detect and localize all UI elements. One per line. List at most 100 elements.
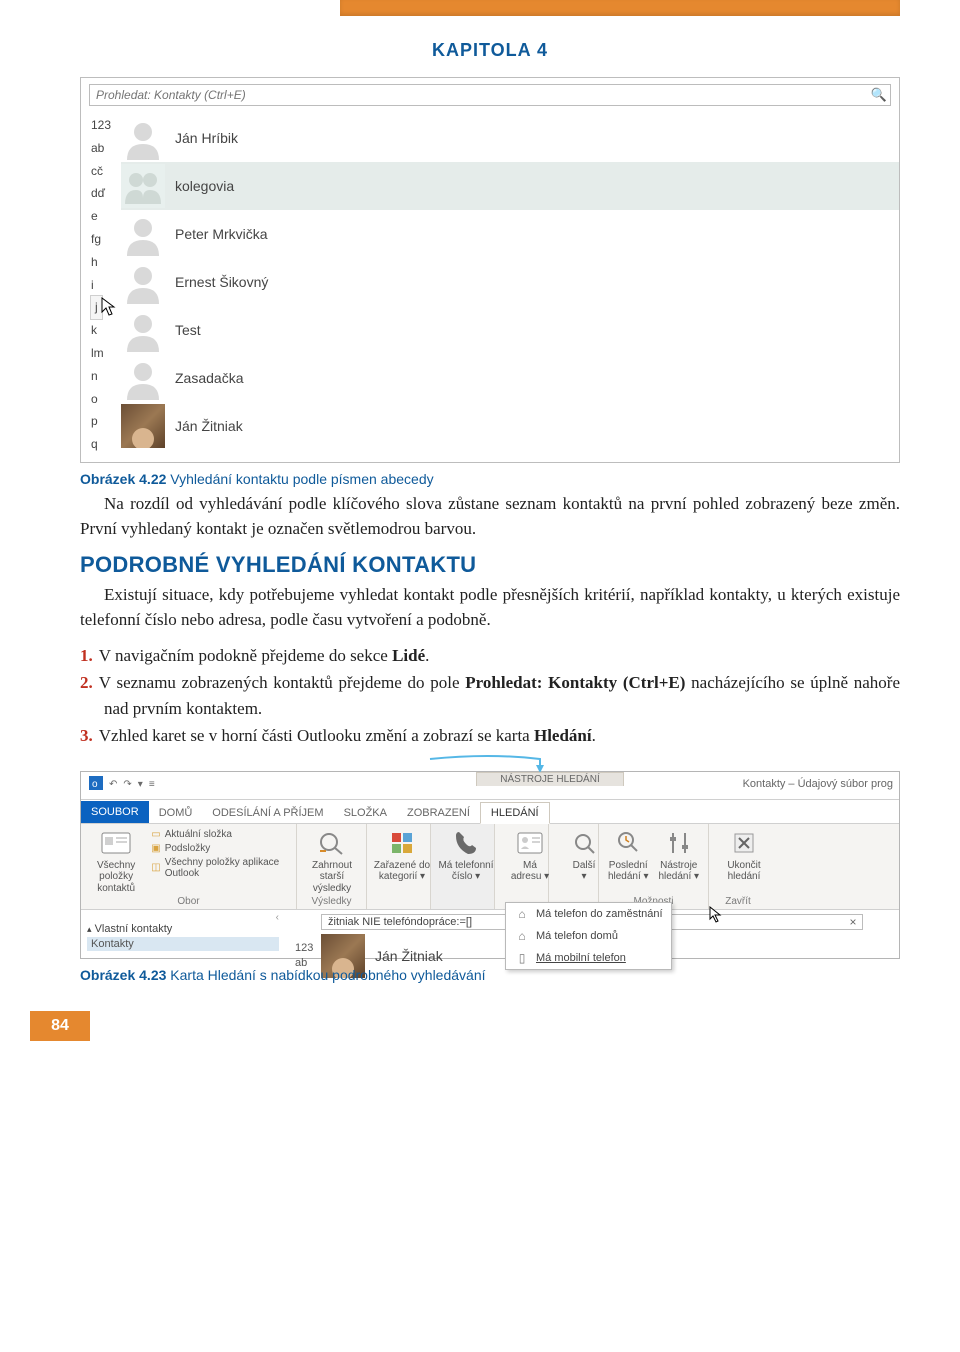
contact-item[interactable]: Peter Mrkvička <box>121 210 899 258</box>
tools-icon <box>664 828 694 858</box>
menu-item-icon: ⌂ <box>514 907 530 921</box>
ribbon-group-label: Obor <box>87 896 290 907</box>
ribbon-tab[interactable]: DOMŮ <box>149 803 203 823</box>
clear-search-icon[interactable]: × <box>844 915 862 929</box>
ribbon-tab[interactable]: SLOŽKA <box>334 803 397 823</box>
qat-button[interactable]: ≡ <box>149 779 155 790</box>
contact-item[interactable]: Ernest Šikovný <box>121 258 899 306</box>
page-number: 84 <box>30 1011 90 1041</box>
numbered-list: 1.V navigačním podokně přejdeme do sekce… <box>80 643 900 749</box>
letter-index-item[interactable]: dď <box>91 182 121 205</box>
letter-index-item[interactable]: q <box>91 433 121 456</box>
recent-searches-button[interactable]: Posledníhledání ▾ <box>605 828 652 883</box>
contact-item[interactable]: kolegovia <box>121 162 899 210</box>
search-tools-button[interactable]: Nástrojehledání ▾ <box>656 828 703 883</box>
cursor-icon <box>709 906 723 927</box>
include-older-results-button[interactable]: Zahrnout starší výsledky <box>303 828 361 895</box>
letter-index-item[interactable]: h <box>91 251 121 274</box>
contact-name: kolegovia <box>175 178 234 194</box>
dropdown-item[interactable]: ▯Má mobilní telefon <box>506 947 671 969</box>
page-tab <box>340 0 900 16</box>
search-input[interactable] <box>90 86 868 104</box>
contact-name: Test <box>175 322 201 338</box>
contact-item[interactable]: Ján Hríbik <box>121 114 899 162</box>
contact-name: Ján Žitniak <box>175 418 243 434</box>
nav-section[interactable]: Vlastní kontakty <box>95 923 173 935</box>
letter-index-item[interactable]: n <box>91 365 121 388</box>
qat-button[interactable]: ↶ <box>109 779 117 790</box>
ribbon-tab[interactable]: HLEDÁNÍ <box>480 802 550 824</box>
chapter-label: KAPITOLA 4 <box>80 40 900 61</box>
contact-item[interactable]: Ján Žitniak <box>121 402 899 450</box>
ribbon-tabs[interactable]: SOUBORDOMŮODESÍLÁNÍ A PŘÍJEMSLOŽKAZOBRAZ… <box>81 800 899 824</box>
contact-list: Ján Hríbik kolegovia Peter Mrkvička Ernest … <box>121 110 899 462</box>
dropdown-item[interactable]: ⌂Má telefon domů <box>506 925 671 947</box>
letter-index-item[interactable]: fg <box>91 228 121 251</box>
contact-name[interactable]: Ján Žitniak <box>375 948 443 964</box>
letter-index-item[interactable]: cč <box>91 160 121 183</box>
has-phone-button[interactable]: Má telefonníčíslo ▾ <box>437 828 495 883</box>
letter-index-item[interactable]: o <box>91 388 121 411</box>
person-avatar-icon <box>121 356 165 400</box>
letter-index-item[interactable]: 123 <box>91 114 121 137</box>
figure-4-23: o ↶ ↷ ▾ ≡ NÁSTROJE HLEDÁNÍ Kontakty – Údajov… <box>80 771 900 959</box>
menu-item-icon: ⌂ <box>514 929 530 943</box>
contacts-search-field[interactable]: 🔍 <box>89 84 891 106</box>
ribbon-group-label: Výsledky <box>303 896 360 907</box>
scope-all-contacts-button[interactable]: Všechny položky kontaktů <box>87 828 145 895</box>
scope-option[interactable]: ▭Aktuální složka <box>149 828 290 841</box>
close-icon <box>729 828 759 858</box>
letter-index-item[interactable]: ab <box>91 137 121 160</box>
body-paragraph: Na rozdíl od vyhledávání podle klíčového… <box>80 491 900 542</box>
person-avatar-icon <box>121 308 165 352</box>
include-icon <box>317 828 347 858</box>
address-card-icon <box>515 828 545 858</box>
alphabet-index[interactable]: 123abcčdďefghijklmnopq <box>81 110 121 462</box>
ribbon-tab[interactable]: ODESÍLÁNÍ A PŘÍJEM <box>202 803 333 823</box>
phone-dropdown-menu[interactable]: ⌂Má telefon do zaměstnání⌂Má telefon dom… <box>505 902 672 970</box>
ribbon-tab[interactable]: SOUBOR <box>81 801 149 823</box>
person-avatar-icon <box>121 260 165 304</box>
contact-name: Peter Mrkvička <box>175 226 268 242</box>
ribbon-titlebar: o ↶ ↷ ▾ ≡ NÁSTROJE HLEDÁNÍ Kontakty – Údajov… <box>81 772 899 800</box>
scope-option[interactable]: ◫Všechny položky aplikace Outlook <box>149 856 290 880</box>
contextual-tab-label: NÁSTROJE HLEDÁNÍ <box>476 772 624 786</box>
ribbon-tab[interactable]: ZOBRAZENÍ <box>397 803 480 823</box>
section-heading: PODROBNÉ VYHLEDÁNÍ KONTAKTU <box>80 552 900 578</box>
card-icon <box>101 828 131 858</box>
categories-icon <box>387 828 417 858</box>
letter-index-item[interactable]: 123 <box>295 941 321 956</box>
list-item: 2.V seznamu zobrazených kontaktů přejdem… <box>80 670 900 721</box>
contact-name: Ernest Šikovný <box>175 274 268 290</box>
ribbon-body: Všechny položky kontaktů ▭Aktuální složk… <box>81 824 899 910</box>
letter-index-item[interactable]: lm <box>91 342 121 365</box>
list-item: 1.V navigačním podokně přejdeme do sekce… <box>80 643 900 669</box>
nav-item-kontakty[interactable]: Kontakty <box>87 937 279 951</box>
person-avatar-icon <box>121 116 165 160</box>
group-avatar-icon <box>121 164 165 208</box>
qat-button[interactable]: ↷ <box>123 779 131 790</box>
search-icon[interactable]: 🔍 <box>868 84 890 106</box>
dropdown-item[interactable]: ⌂Má telefon do zaměstnání <box>506 903 671 925</box>
contact-name: Zasadačka <box>175 370 243 386</box>
letter-index-item[interactable]: e <box>91 205 121 228</box>
folder-icon: ◫ <box>151 862 160 873</box>
qat-button[interactable]: ▾ <box>138 779 143 790</box>
contact-item[interactable]: Zasadačka <box>121 354 899 402</box>
nav-pane[interactable]: ‹ ▴ Vlastní kontakty Kontakty <box>81 910 285 958</box>
outlook-app-icon: o <box>89 776 103 793</box>
letter-index-item[interactable]: p <box>91 410 121 433</box>
categorized-button[interactable]: Zařazené dokategorií ▾ <box>373 828 431 883</box>
person-avatar-icon <box>121 404 165 448</box>
cursor-icon <box>101 294 117 328</box>
figure-4-22: 🔍 123abcčdďefghijklmnopq Ján Hríbik koleg… <box>80 77 900 463</box>
contact-item[interactable]: Test <box>121 306 899 354</box>
scope-option[interactable]: ▣Podsložky <box>149 842 290 855</box>
recent-icon <box>613 828 643 858</box>
close-search-button[interactable]: Ukončithledání <box>715 828 773 883</box>
quick-access-toolbar[interactable]: o ↶ ↷ ▾ ≡ <box>81 771 163 799</box>
window-title: Kontakty – Údajový súbor prog <box>743 778 893 790</box>
more-icon <box>569 828 599 858</box>
letter-index-item[interactable]: i <box>91 274 121 297</box>
folder-icon: ▣ <box>151 843 160 854</box>
